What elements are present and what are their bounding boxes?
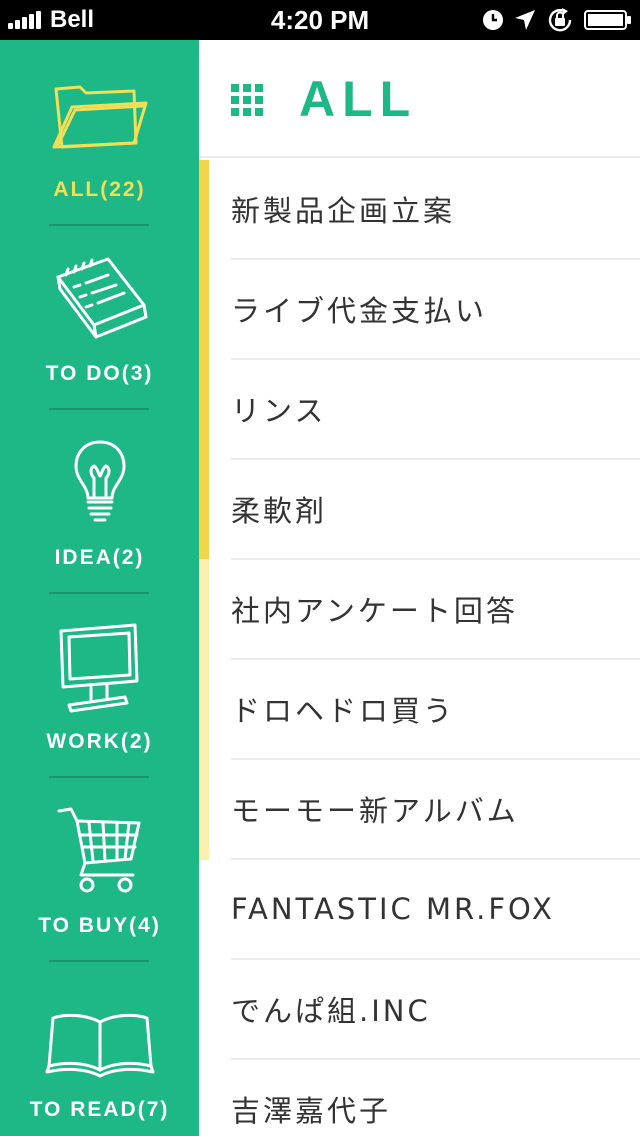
book-icon [45,1013,154,1078]
alarm-clock-icon [483,10,503,30]
sidebar-item-to-read[interactable]: TO READ(7) [0,960,199,1136]
list-item[interactable]: FANTASTIC MR.FOX [231,860,640,960]
lightbulb-icon [74,440,125,522]
list-item[interactable]: 社内アンケート回答 [231,560,640,660]
list-item[interactable]: リンス [231,360,640,460]
sidebar-item-label: ALL(22) [53,178,146,201]
grid-menu-icon[interactable] [231,84,263,116]
item-list: 新製品企画立案 ライブ代金支払い リンス 柔軟剤 社内アンケート回答 ドロヘドロ… [231,160,640,1136]
sidebar-item-label: TO BUY(4) [38,914,161,937]
page-title: ALL [299,71,418,127]
list-item[interactable]: でんぱ組.INC [231,960,640,1060]
notepad-icon [56,257,147,339]
list-item[interactable]: モーモー新アルバム [231,760,640,860]
sidebar-item-all[interactable]: ALL(22) [0,40,199,224]
list-item[interactable]: 新製品企画立案 [231,160,640,260]
main-header: ALL [199,40,640,158]
list-item[interactable]: 柔軟剤 [231,460,640,560]
list-item[interactable]: 吉澤嘉代子 [231,1060,640,1136]
sidebar-item-todo[interactable]: TO DO(3) [0,224,199,408]
list-item[interactable]: ドロヘドロ買う [231,660,640,760]
sidebar-item-to-buy[interactable]: TO BUY(4) [0,776,199,960]
sidebar-item-label: WORK(2) [46,730,153,753]
shopping-cart-icon [57,807,140,893]
scrollbar-thumb[interactable] [199,160,209,559]
sidebar-item-label: TO READ(7) [29,1098,170,1121]
location-arrow-icon [515,10,535,30]
sidebar-item-label: IDEA(2) [54,546,145,569]
rotation-lock-icon [548,8,572,32]
sidebar-item-work[interactable]: WORK(2) [0,592,199,776]
sidebar-item-idea[interactable]: IDEA(2) [0,408,199,592]
computer-icon [59,623,138,713]
folder-icon [52,85,147,149]
status-bar: Bell 4:20 PM [0,0,640,40]
list-item[interactable]: ライブ代金支払い [231,260,640,360]
battery-icon [584,10,631,30]
category-sidebar: ALL(22) TO DO(3) IDEA(2) WORK(2) TO BUY(… [0,40,199,1136]
sidebar-item-label: TO DO(3) [45,362,154,385]
